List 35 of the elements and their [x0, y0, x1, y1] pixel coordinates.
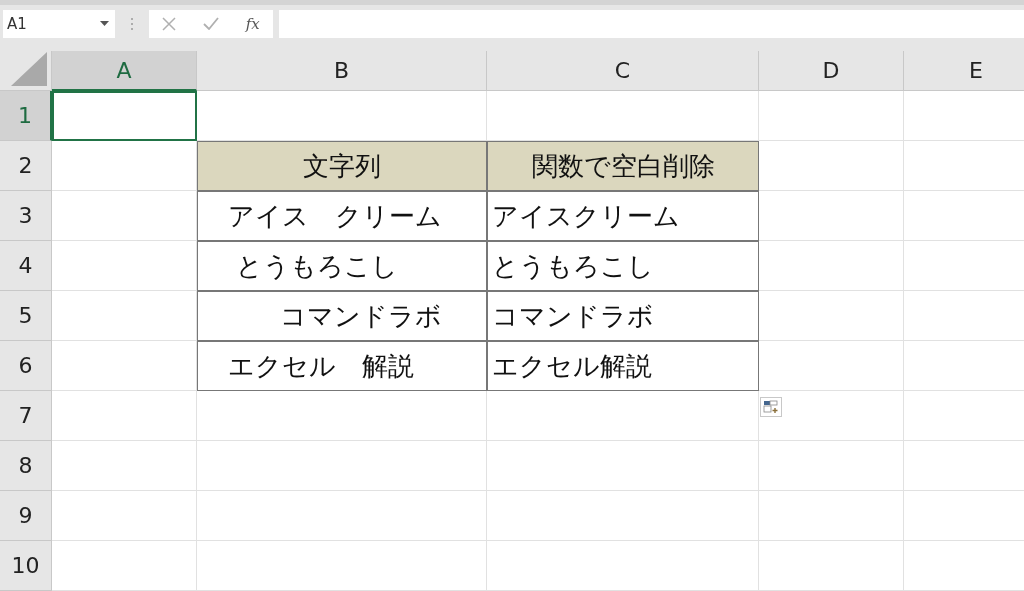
formula-field[interactable]	[279, 9, 1024, 38]
row-header[interactable]: 10	[0, 541, 52, 591]
row-header[interactable]: 7	[0, 391, 52, 441]
row-header[interactable]: 2	[0, 141, 52, 191]
row-header[interactable]: 4	[0, 241, 52, 291]
row-header[interactable]: 5	[0, 291, 52, 341]
checkmark-icon[interactable]	[203, 17, 219, 30]
row-header[interactable]: 6	[0, 341, 52, 391]
cancel-icon[interactable]	[162, 16, 177, 31]
table-cell: アイス クリーム	[197, 191, 487, 241]
name-box[interactable]: A1	[3, 9, 115, 38]
column-header[interactable]: A	[52, 51, 197, 91]
paste-options-icon[interactable]	[760, 397, 782, 417]
table-cell: コマンドラボ	[487, 291, 759, 341]
table-cell: 文字列	[197, 141, 487, 191]
table-cell: とうもろこし	[487, 241, 759, 291]
row-header[interactable]: 9	[0, 491, 52, 541]
dropdown-caret-icon	[100, 21, 109, 26]
cell-reference: A1	[7, 14, 27, 33]
table-cell: エクセル解説	[487, 341, 759, 391]
table-cell: エクセル 解説	[197, 341, 487, 391]
row-header[interactable]: 8	[0, 441, 52, 491]
column-header[interactable]: B	[197, 51, 487, 91]
column-header[interactable]: E	[904, 51, 1024, 91]
row-header[interactable]: 3	[0, 191, 52, 241]
active-cell[interactable]	[52, 91, 197, 141]
table-cell: アイスクリーム	[487, 191, 759, 241]
table-cell: コマンドラボ	[197, 291, 487, 341]
column-header[interactable]: C	[487, 51, 759, 91]
table-cell: 関数で空白削除	[487, 141, 759, 191]
table-cell: とうもろこし	[197, 241, 487, 291]
row-header[interactable]: 1	[0, 91, 52, 141]
column-header[interactable]: D	[759, 51, 904, 91]
grip-icon	[130, 16, 134, 31]
insert-function-button[interactable]: fx	[245, 14, 260, 33]
